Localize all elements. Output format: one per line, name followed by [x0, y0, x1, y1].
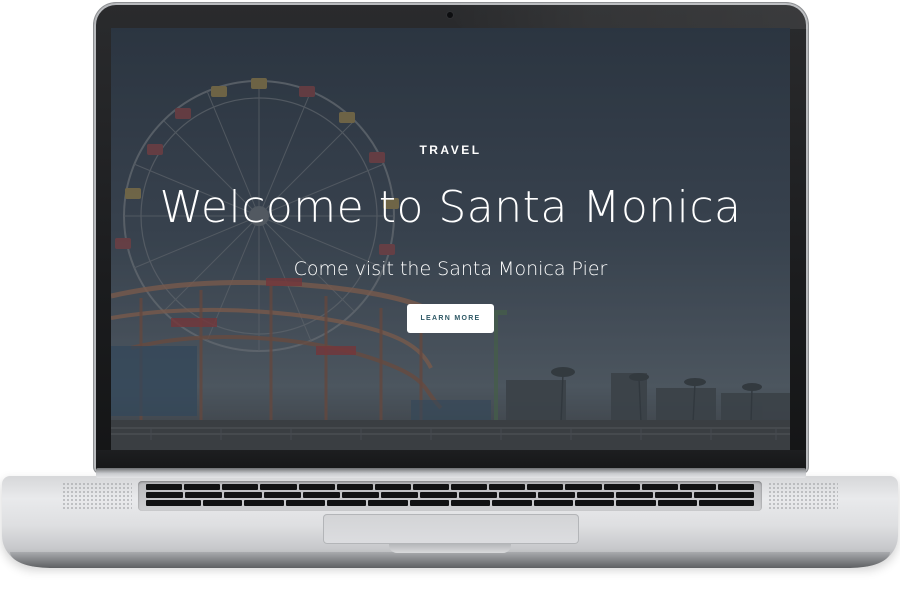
- learn-more-button[interactable]: LEARN MORE: [407, 304, 494, 333]
- lid-glare: [440, 3, 808, 29]
- hero-title: Welcome to Santa Monica: [159, 182, 742, 233]
- laptop-screen: TRAVEL Welcome to Santa Monica Come visi…: [111, 28, 790, 450]
- lid-opening-notch: [389, 543, 511, 553]
- hero-subtitle: Come visit the Santa Monica Pier: [293, 258, 608, 280]
- hero-eyebrow: TRAVEL: [419, 143, 482, 157]
- keyboard: [146, 484, 755, 508]
- laptop-mockup: TRAVEL Welcome to Santa Monica Come visi…: [0, 0, 900, 599]
- speaker-grille-left: [62, 482, 132, 510]
- hero-section: TRAVEL Welcome to Santa Monica Come visi…: [111, 28, 790, 450]
- webcam-icon: [447, 12, 453, 18]
- speaker-grille-right: [768, 482, 838, 510]
- laptop-base-front: [10, 552, 890, 568]
- trackpad: [323, 514, 579, 544]
- laptop-hinge: [96, 468, 806, 478]
